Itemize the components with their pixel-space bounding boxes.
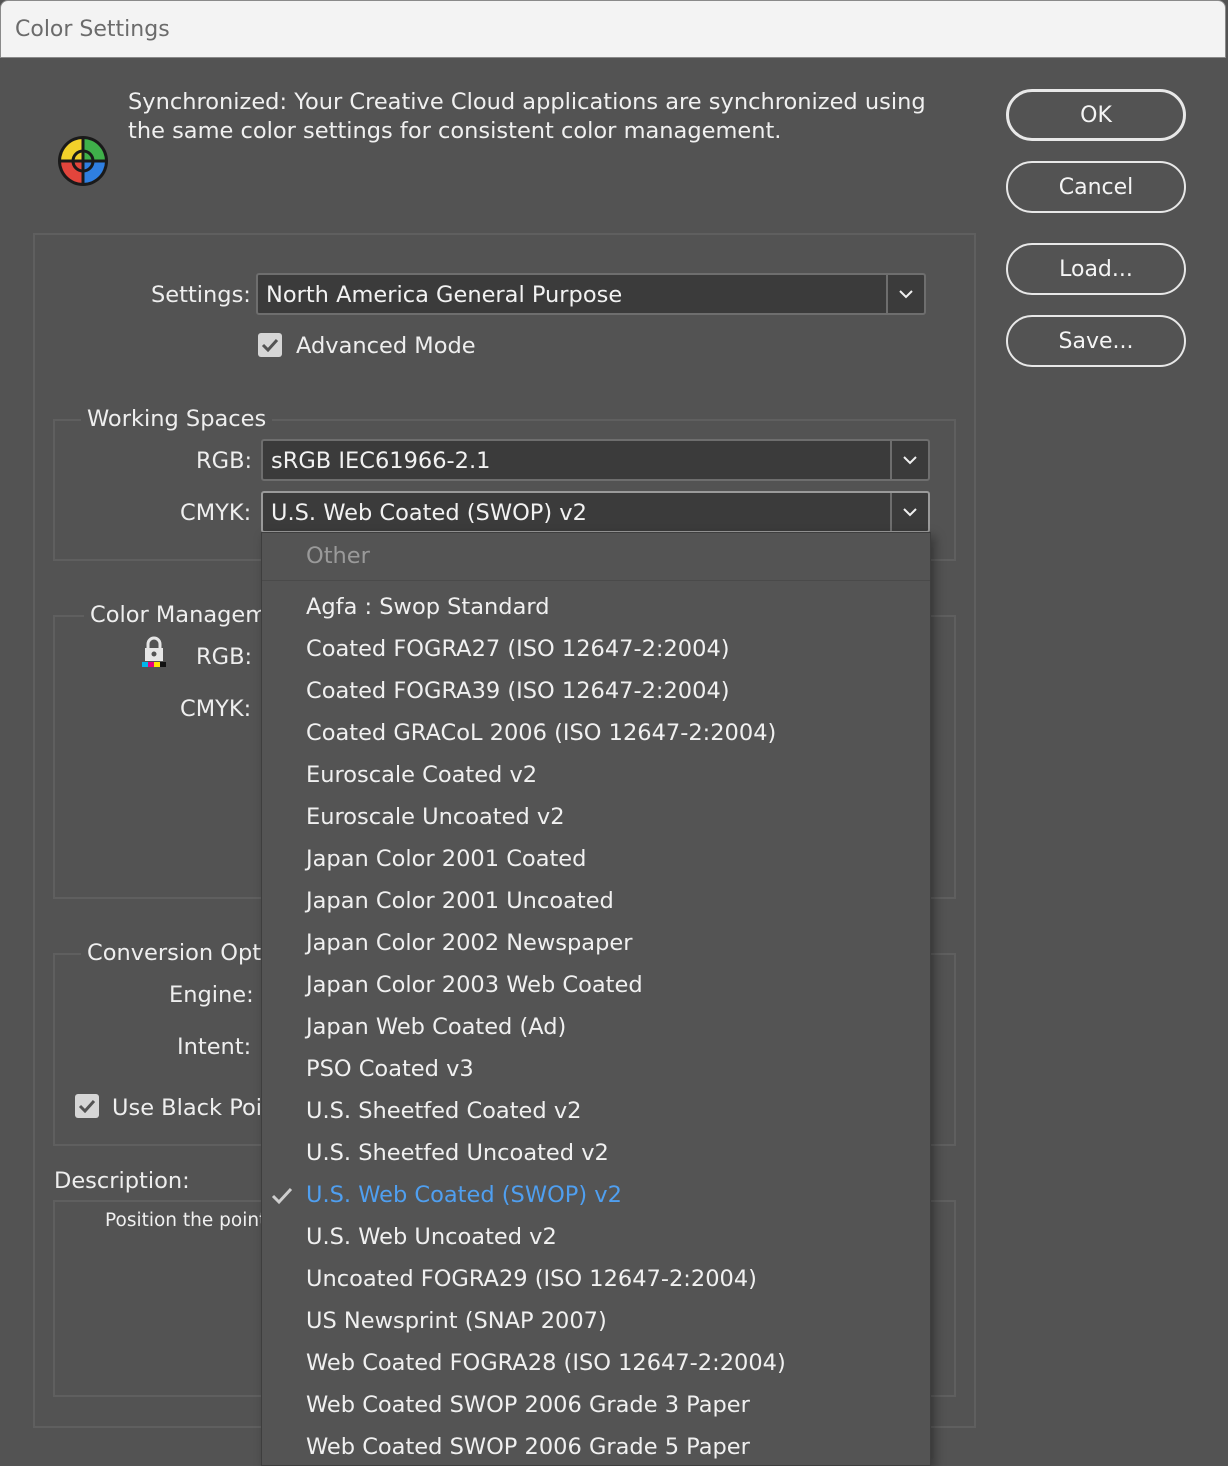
dropdown-header-label: Other bbox=[306, 543, 370, 569]
dropdown-item[interactable]: Euroscale Uncoated v2 bbox=[262, 797, 930, 839]
cmyk-working-space-select[interactable]: U.S. Web Coated (SWOP) v2 bbox=[261, 491, 930, 533]
dropdown-group-header: Other bbox=[262, 533, 930, 581]
intent-label: Intent: bbox=[177, 1034, 252, 1060]
settings-label: Settings: bbox=[151, 282, 251, 308]
dropdown-item-label: Uncoated FOGRA29 (ISO 12647-2:2004) bbox=[306, 1266, 757, 1292]
dropdown-item[interactable]: U.S. Sheetfed Coated v2 bbox=[262, 1091, 930, 1133]
dropdown-item-label: Japan Web Coated (Ad) bbox=[306, 1014, 567, 1040]
dropdown-item[interactable]: Japan Color 2002 Newspaper bbox=[262, 923, 930, 965]
dropdown-item[interactable]: Web Coated SWOP 2006 Grade 3 Paper bbox=[262, 1385, 930, 1427]
dropdown-item[interactable]: Coated FOGRA39 (ISO 12647-2:2004) bbox=[262, 671, 930, 713]
cmyk-working-space-value: U.S. Web Coated (SWOP) v2 bbox=[271, 500, 587, 526]
dropdown-item[interactable]: Japan Color 2001 Uncoated bbox=[262, 881, 930, 923]
dropdown-item-label: U.S. Sheetfed Coated v2 bbox=[306, 1098, 582, 1124]
engine-label: Engine: bbox=[169, 982, 254, 1008]
window-title: Color Settings bbox=[15, 17, 170, 42]
description-text: Position the point bbox=[105, 1210, 267, 1231]
dropdown-item[interactable]: U.S. Sheetfed Uncoated v2 bbox=[262, 1133, 930, 1175]
color-management-title: Color Manageme bbox=[84, 602, 288, 628]
policy-rgb-label: RGB: bbox=[196, 644, 253, 670]
dropdown-item-label: U.S. Web Coated (SWOP) v2 bbox=[306, 1182, 622, 1208]
ok-button[interactable]: OK bbox=[1006, 89, 1186, 141]
dropdown-item[interactable]: Euroscale Coated v2 bbox=[262, 755, 930, 797]
dropdown-item-label: Agfa : Swop Standard bbox=[306, 594, 550, 620]
dropdown-item-label: PSO Coated v3 bbox=[306, 1056, 474, 1082]
dropdown-item-label: Web Coated SWOP 2006 Grade 3 Paper bbox=[306, 1392, 750, 1418]
dropdown-item-label: Web Coated SWOP 2006 Grade 5 Paper bbox=[306, 1434, 750, 1460]
dropdown-item[interactable]: U.S. Web Coated (SWOP) v2 bbox=[262, 1175, 930, 1217]
dropdown-item[interactable]: Uncoated FOGRA29 (ISO 12647-2:2004) bbox=[262, 1259, 930, 1301]
dropdown-item[interactable]: PSO Coated v3 bbox=[262, 1049, 930, 1091]
settings-value: North America General Purpose bbox=[266, 282, 623, 308]
rgb-label: RGB: bbox=[196, 448, 253, 474]
working-spaces-title: Working Spaces bbox=[81, 406, 273, 432]
dropdown-item-label: Euroscale Coated v2 bbox=[306, 762, 538, 788]
rgb-working-space-value: sRGB IEC61966-2.1 bbox=[271, 448, 491, 474]
dropdown-item-label: US Newsprint (SNAP 2007) bbox=[306, 1308, 607, 1334]
sync-message: Synchronized: Your Creative Cloud applic… bbox=[128, 89, 926, 144]
chevron-down-icon bbox=[890, 441, 928, 479]
dropdown-item[interactable]: Web Coated FOGRA28 (ISO 12647-2:2004) bbox=[262, 1343, 930, 1385]
rgb-working-space-select[interactable]: sRGB IEC61966-2.1 bbox=[261, 439, 930, 481]
color-wheel-icon bbox=[58, 136, 108, 186]
advanced-mode-label: Advanced Mode bbox=[296, 333, 476, 359]
dropdown-item[interactable]: Web Coated SWOP 2006 Grade 5 Paper bbox=[262, 1427, 930, 1465]
dropdown-item-label: Japan Color 2001 Coated bbox=[306, 846, 587, 872]
cancel-button[interactable]: Cancel bbox=[1006, 161, 1186, 213]
load-button[interactable]: Load... bbox=[1006, 243, 1186, 295]
title-bar: Color Settings bbox=[0, 0, 1226, 58]
dropdown-item-label: Coated FOGRA27 (ISO 12647-2:2004) bbox=[306, 636, 730, 662]
dropdown-item[interactable]: Japan Color 2003 Web Coated bbox=[262, 965, 930, 1007]
cmyk-label: CMYK: bbox=[180, 500, 252, 526]
dropdown-item[interactable]: U.S. Web Uncoated v2 bbox=[262, 1217, 930, 1259]
conversion-options-title: Conversion Optio bbox=[81, 940, 288, 966]
dropdown-item[interactable]: Coated GRACoL 2006 (ISO 12647-2:2004) bbox=[262, 713, 930, 755]
lock-icon bbox=[142, 636, 166, 667]
dropdown-item-label: Euroscale Uncoated v2 bbox=[306, 804, 565, 830]
dropdown-item[interactable]: Japan Web Coated (Ad) bbox=[262, 1007, 930, 1049]
description-label: Description: bbox=[54, 1168, 190, 1194]
dropdown-item-label: U.S. Web Uncoated v2 bbox=[306, 1224, 557, 1250]
policy-cmyk-label: CMYK: bbox=[180, 696, 252, 722]
settings-select[interactable]: North America General Purpose bbox=[256, 273, 926, 315]
dropdown-item[interactable]: US Newsprint (SNAP 2007) bbox=[262, 1301, 930, 1343]
advanced-mode-checkbox[interactable] bbox=[258, 333, 282, 357]
dropdown-item-label: Coated FOGRA39 (ISO 12647-2:2004) bbox=[306, 678, 730, 704]
dropdown-item-label: Japan Color 2002 Newspaper bbox=[306, 930, 633, 956]
cmyk-dropdown-menu: Other Agfa : Swop Standard Coated FOGRA27… bbox=[261, 532, 931, 1466]
dropdown-item-label: Japan Color 2003 Web Coated bbox=[306, 972, 643, 998]
chevron-down-icon bbox=[890, 493, 928, 531]
dropdown-item[interactable]: Coated FOGRA27 (ISO 12647-2:2004) bbox=[262, 629, 930, 671]
checkmark-icon bbox=[78, 1099, 96, 1113]
checkmark-icon bbox=[271, 1187, 293, 1205]
chevron-down-icon bbox=[886, 275, 924, 313]
dropdown-item-label: Coated GRACoL 2006 (ISO 12647-2:2004) bbox=[306, 720, 777, 746]
dropdown-item-label: Japan Color 2001 Uncoated bbox=[306, 888, 614, 914]
dropdown-item[interactable]: Agfa : Swop Standard bbox=[262, 587, 930, 629]
dropdown-item-label: U.S. Sheetfed Uncoated v2 bbox=[306, 1140, 609, 1166]
dropdown-item-label: Web Coated FOGRA28 (ISO 12647-2:2004) bbox=[306, 1350, 786, 1376]
black-point-checkbox[interactable] bbox=[75, 1094, 99, 1118]
checkmark-icon bbox=[261, 338, 279, 352]
save-button[interactable]: Save... bbox=[1006, 315, 1186, 367]
black-point-label: Use Black Poin bbox=[112, 1095, 277, 1121]
dropdown-item[interactable]: Japan Color 2001 Coated bbox=[262, 839, 930, 881]
